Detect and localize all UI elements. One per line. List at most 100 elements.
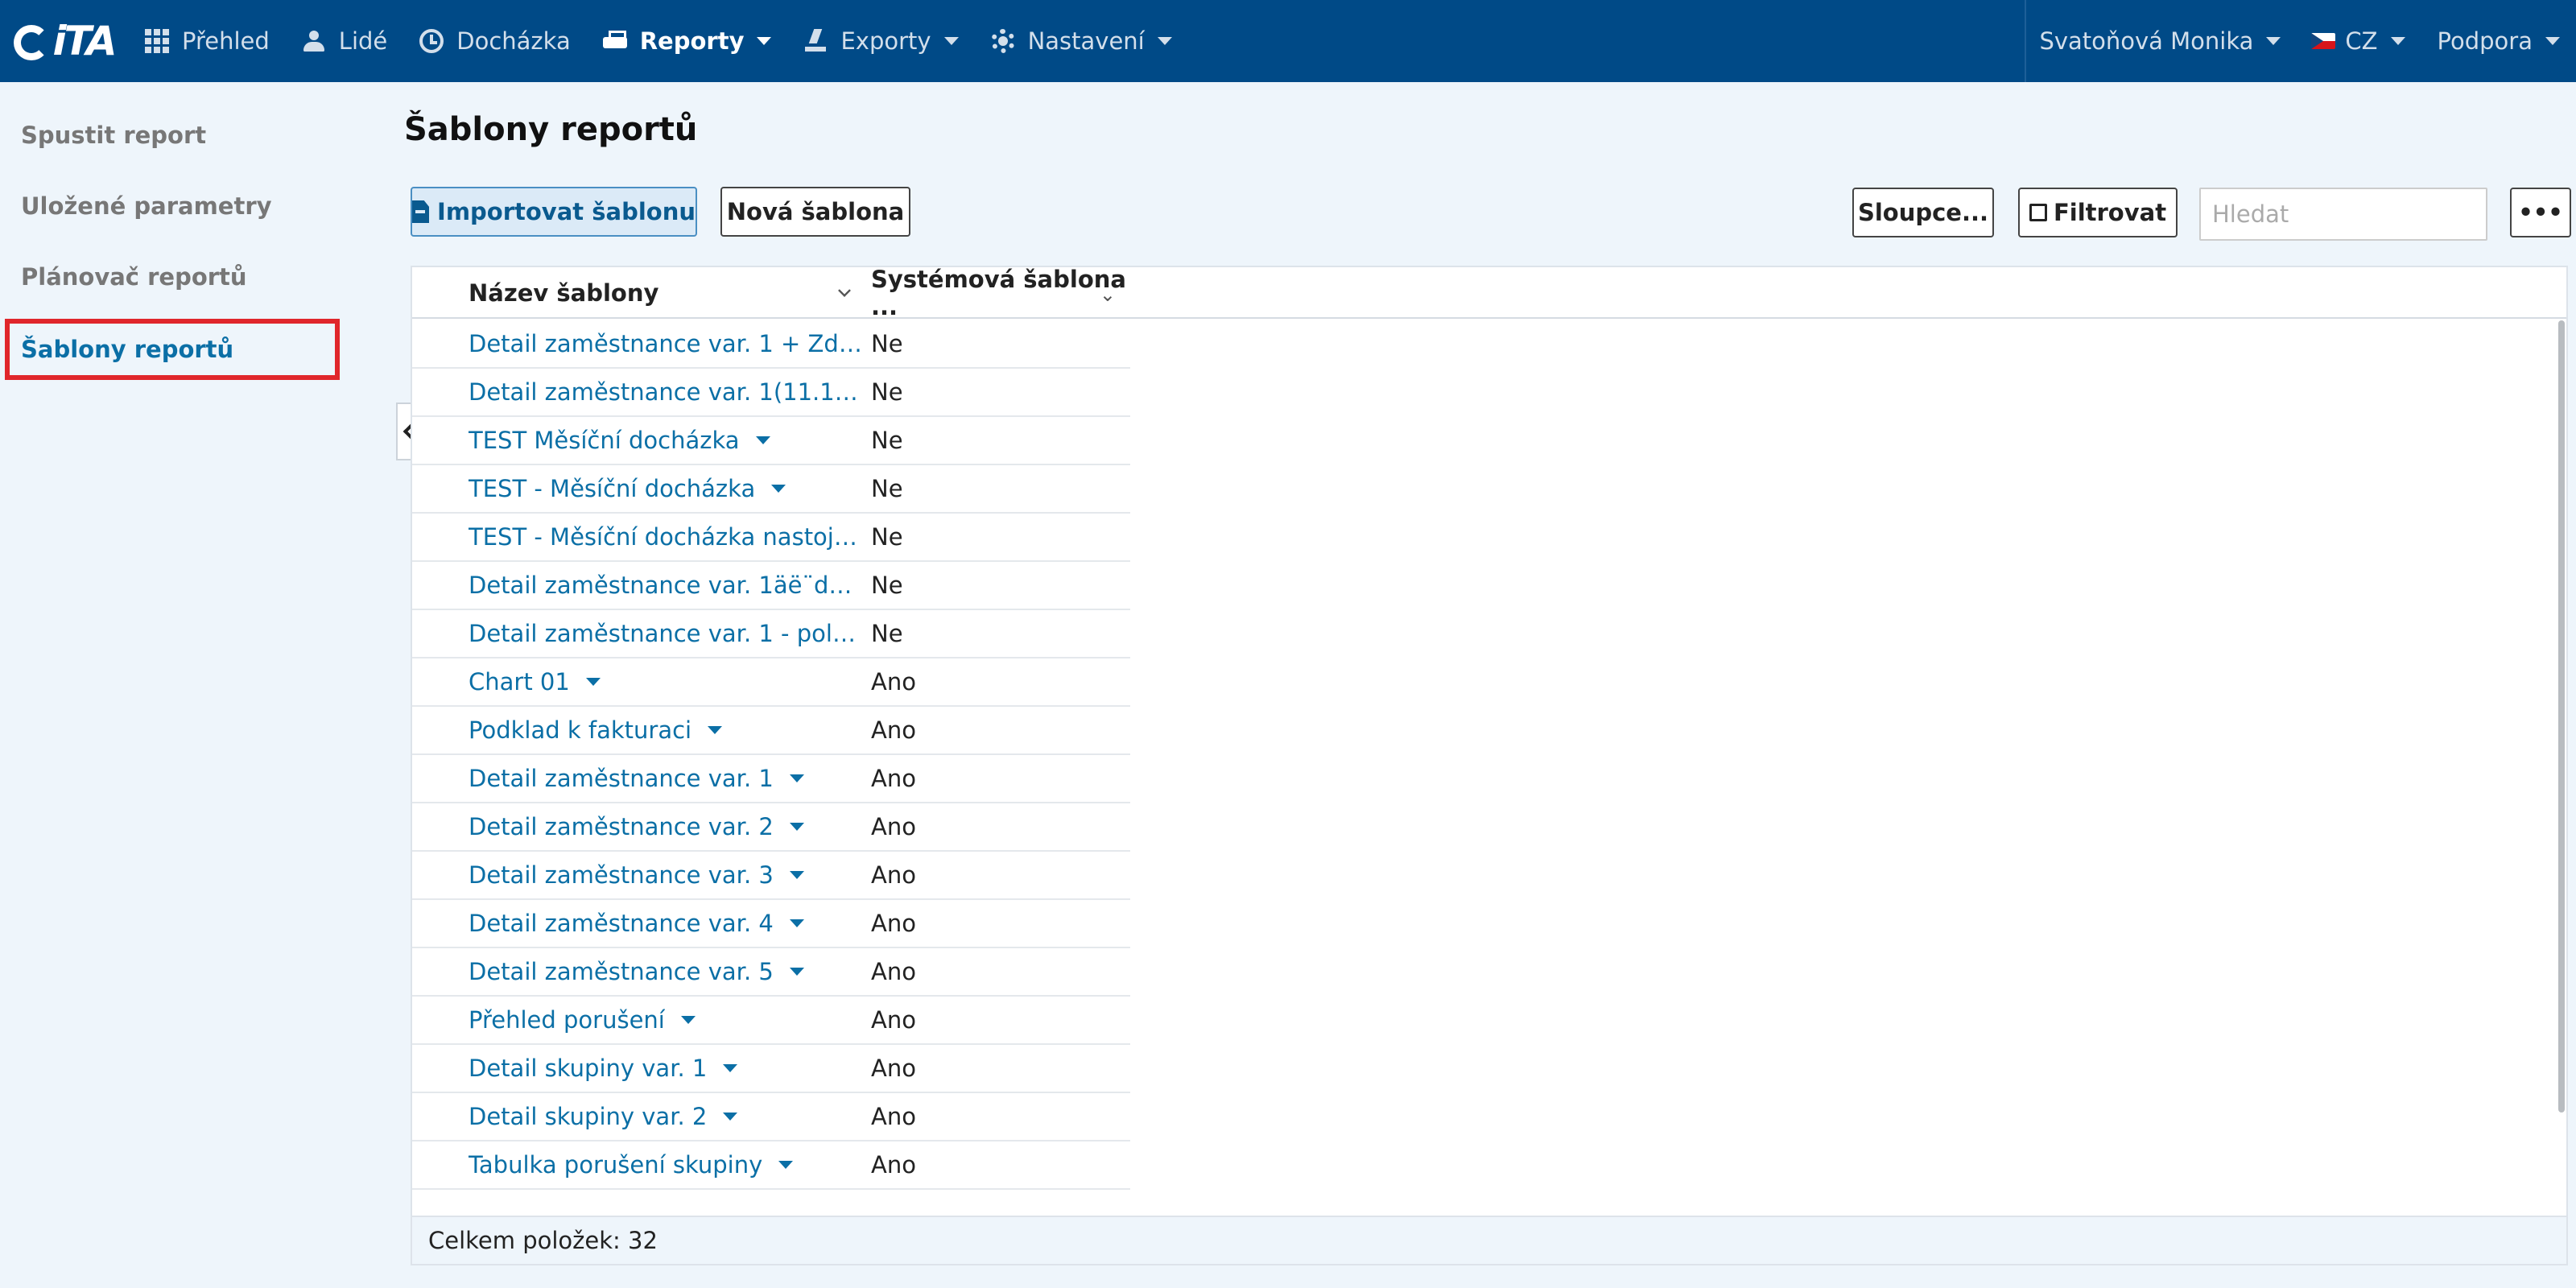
more-options-button[interactable]: ••• bbox=[2510, 188, 2571, 237]
column-header-system[interactable]: Systémová šablona ... ⌄ bbox=[871, 266, 1129, 320]
system-template-value: Ne bbox=[871, 572, 903, 599]
template-name-link[interactable]: Detail zaměstnance var. 4 bbox=[469, 900, 863, 947]
nav-reporty[interactable]: Reporty bbox=[587, 0, 788, 82]
column-header-name[interactable]: Název šablony bbox=[469, 267, 861, 319]
caret-down-icon[interactable] bbox=[789, 823, 804, 831]
caret-down-icon[interactable] bbox=[723, 1113, 738, 1121]
sidebar-item-spustit-report[interactable]: Spustit report bbox=[5, 105, 340, 166]
sidebar-item-planovac-reportu[interactable]: Plánovač reportů bbox=[5, 246, 340, 308]
template-name-link[interactable]: Detail zaměstnance var. 1äë¨dü ëÄ... bbox=[469, 562, 863, 609]
filter-button[interactable]: Filtrovat bbox=[2018, 188, 2178, 237]
caret-down-icon[interactable] bbox=[789, 919, 804, 927]
caret-down-icon[interactable] bbox=[585, 678, 601, 686]
caret-down-icon[interactable] bbox=[771, 485, 786, 493]
table-row: Detail zaměstnance var. 4 Ano bbox=[412, 900, 1130, 948]
nav-nastaveni[interactable]: Nastavení bbox=[975, 0, 1188, 82]
table-row: Detail zaměstnance var. 1äë¨dü ëÄ... Ne bbox=[412, 562, 1130, 610]
sidebar-item-label: Spustit report bbox=[21, 122, 207, 149]
nav-reporty-label: Reporty bbox=[639, 27, 745, 55]
search-input[interactable] bbox=[2199, 188, 2487, 241]
template-name-link[interactable]: Detail zaměstnance var. 1 bbox=[469, 755, 863, 802]
support-menu[interactable]: Podpora bbox=[2421, 0, 2576, 82]
template-name-link[interactable]: Detail skupiny var. 1 bbox=[469, 1045, 863, 1092]
template-name-link[interactable]: Detail zaměstnance var. 5 bbox=[469, 948, 863, 995]
caret-down-icon[interactable] bbox=[755, 436, 770, 444]
chevron-down-icon[interactable] bbox=[838, 284, 851, 297]
sidebar-item-ulozene-parametry[interactable]: Uložené parametry bbox=[5, 175, 340, 237]
columns-button[interactable]: Sloupce... bbox=[1852, 188, 1994, 237]
sidebar-item-label: Šablony reportů bbox=[21, 336, 234, 363]
template-name-link[interactable]: Detail zaměstnance var. 3 bbox=[469, 852, 863, 898]
table-footer: Celkem položek: 32 bbox=[412, 1216, 2566, 1264]
nav-exporty-label: Exporty bbox=[840, 27, 931, 55]
chevron-down-icon bbox=[2545, 37, 2560, 45]
sidebar-item-sablony-reportu[interactable]: Šablony reportů bbox=[5, 319, 340, 380]
nav-lide-label: Lidé bbox=[338, 27, 388, 55]
template-name-link[interactable]: Přehled porušení bbox=[469, 997, 863, 1043]
caret-down-icon[interactable] bbox=[723, 1064, 738, 1072]
system-template-value: Ano bbox=[871, 1055, 916, 1082]
template-name-text: Detail skupiny var. 2 bbox=[469, 1103, 708, 1130]
language-menu[interactable]: CZ bbox=[2295, 0, 2421, 82]
sidebar: Spustit report Uložené parametry Plánova… bbox=[0, 82, 354, 1288]
table-row: Detail zaměstnance var. 2 Ano bbox=[412, 803, 1130, 852]
table-row: Detail zaměstnance var. 5 Ano bbox=[412, 948, 1130, 997]
table-row: Podklad k fakturaci Ano bbox=[412, 707, 1130, 755]
template-name-link[interactable]: Detail skupiny var. 2 bbox=[469, 1093, 863, 1140]
system-template-value: Ne bbox=[871, 330, 903, 357]
caret-down-icon[interactable] bbox=[778, 1161, 794, 1169]
template-name-link[interactable]: Chart 01 bbox=[469, 658, 863, 705]
template-name-link[interactable]: Detail zaměstnance var. 1 + Zdroj z... bbox=[469, 320, 863, 367]
template-name-link[interactable]: Detail zaměstnance var. 2 bbox=[469, 803, 863, 850]
import-template-label: Importovat šablonu bbox=[437, 198, 696, 225]
template-name-link[interactable]: Detail zaměstnance var. 1(11.10.20... bbox=[469, 369, 863, 415]
chevron-down-icon bbox=[2266, 37, 2281, 45]
table-row: Detail zaměstnance var. 3 Ano bbox=[412, 852, 1130, 900]
import-template-button[interactable]: Importovat šablonu bbox=[411, 187, 697, 237]
nav-exporty[interactable]: Exporty bbox=[787, 0, 974, 82]
template-name-link[interactable]: TEST - Měsíční docházka nastojato... bbox=[469, 514, 863, 560]
caret-down-icon[interactable] bbox=[680, 1016, 696, 1024]
template-name-text: Detail zaměstnance var. 1 bbox=[469, 765, 774, 792]
vertical-scrollbar[interactable] bbox=[2558, 320, 2565, 1113]
caret-down-icon[interactable] bbox=[789, 871, 804, 879]
system-template-value: Ano bbox=[871, 910, 916, 937]
clock-icon bbox=[419, 29, 444, 53]
system-template-value: Ano bbox=[871, 716, 916, 744]
sort-icon[interactable]: ⌄ bbox=[1100, 283, 1116, 306]
caret-down-icon[interactable] bbox=[708, 726, 723, 734]
system-template-value: Ano bbox=[871, 1151, 916, 1179]
nav-dochazka[interactable]: Docházka bbox=[403, 0, 586, 82]
caret-down-icon[interactable] bbox=[789, 968, 804, 976]
template-name-link[interactable]: Detail zaměstnance var. 1 - položk... bbox=[469, 610, 863, 657]
table-body: Detail zaměstnance var. 1 + Zdroj z... Ne… bbox=[412, 320, 2566, 1190]
template-name-text: Detail zaměstnance var. 1 - položk... bbox=[469, 620, 863, 647]
czech-flag-icon bbox=[2311, 33, 2336, 49]
template-name-text: Detail zaměstnance var. 4 bbox=[469, 910, 774, 937]
caret-down-icon[interactable] bbox=[789, 774, 804, 782]
template-name-link[interactable]: TEST Měsíční docházka bbox=[469, 417, 863, 464]
nav-right: Svatoňová Monika CZ Podpora bbox=[2025, 0, 2576, 82]
table-row: TEST - Měsíční docházka nastojato... Ne bbox=[412, 514, 1130, 562]
system-template-value: Ano bbox=[871, 813, 916, 840]
nav-lide[interactable]: Lidé bbox=[286, 0, 403, 82]
template-name-link[interactable]: Tabulka porušení skupiny bbox=[469, 1141, 863, 1188]
table-row: Tabulka porušení skupiny Ano bbox=[412, 1141, 1130, 1190]
app-logo[interactable]: iTA bbox=[0, 0, 129, 82]
filter-label: Filtrovat bbox=[2053, 199, 2167, 226]
table-row: Detail skupiny var. 2 Ano bbox=[412, 1093, 1130, 1141]
template-name-text: Přehled porušení bbox=[469, 1006, 665, 1034]
templates-table: Název šablony Systémová šablona ... ⌄ De… bbox=[411, 266, 2568, 1265]
template-name-text: Detail zaměstnance var. 1(11.10.20... bbox=[469, 378, 863, 406]
system-template-value: Ne bbox=[871, 427, 903, 454]
nav-prehled[interactable]: Přehled bbox=[129, 0, 286, 82]
table-header: Název šablony Systémová šablona ... ⌄ bbox=[412, 266, 2566, 320]
template-name-link[interactable]: Podklad k fakturaci bbox=[469, 707, 863, 753]
new-template-button[interactable]: Nová šablona bbox=[720, 187, 910, 237]
user-menu[interactable]: Svatoňová Monika bbox=[2026, 0, 2295, 82]
template-name-text: TEST - Měsíční docházka bbox=[469, 475, 756, 502]
table-row: Přehled porušení Ano bbox=[412, 997, 1130, 1045]
template-name-link[interactable]: TEST - Měsíční docházka bbox=[469, 465, 863, 512]
system-template-value: Ano bbox=[871, 861, 916, 889]
table-row: TEST - Měsíční docházka Ne bbox=[412, 465, 1130, 514]
